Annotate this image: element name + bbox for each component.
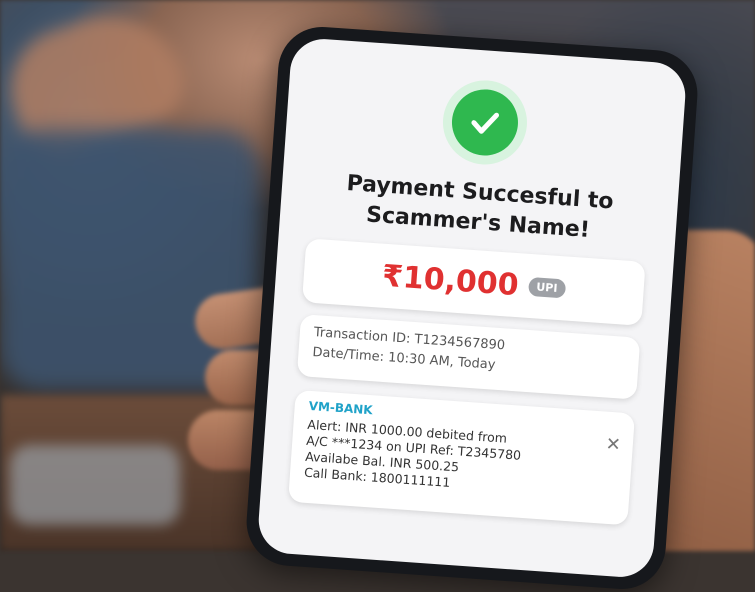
checkmark-circle-icon — [449, 87, 521, 158]
checkmark-icon — [471, 112, 500, 134]
close-icon[interactable]: ✕ — [605, 434, 622, 456]
success-icon — [440, 77, 530, 168]
background-cup — [10, 445, 180, 525]
sms-notification[interactable]: VM-BANK ✕ Alert: INR 1000.00 debited fro… — [288, 389, 636, 526]
background-person-shirt — [0, 130, 260, 390]
transaction-details-card: Transaction ID: T1234567890 Date/Time: 1… — [296, 314, 641, 400]
payment-amount: ₹10,000 — [380, 258, 520, 303]
phone-screen: Payment Succesful to Scammer's Name! ₹10… — [256, 36, 688, 580]
smartphone: Payment Succesful to Scammer's Name! ₹10… — [243, 24, 701, 592]
upi-badge: UPI — [527, 276, 567, 298]
payment-success-title: Payment Succesful to Scammer's Name! — [279, 165, 678, 252]
amount-card: ₹10,000 UPI — [301, 238, 646, 326]
